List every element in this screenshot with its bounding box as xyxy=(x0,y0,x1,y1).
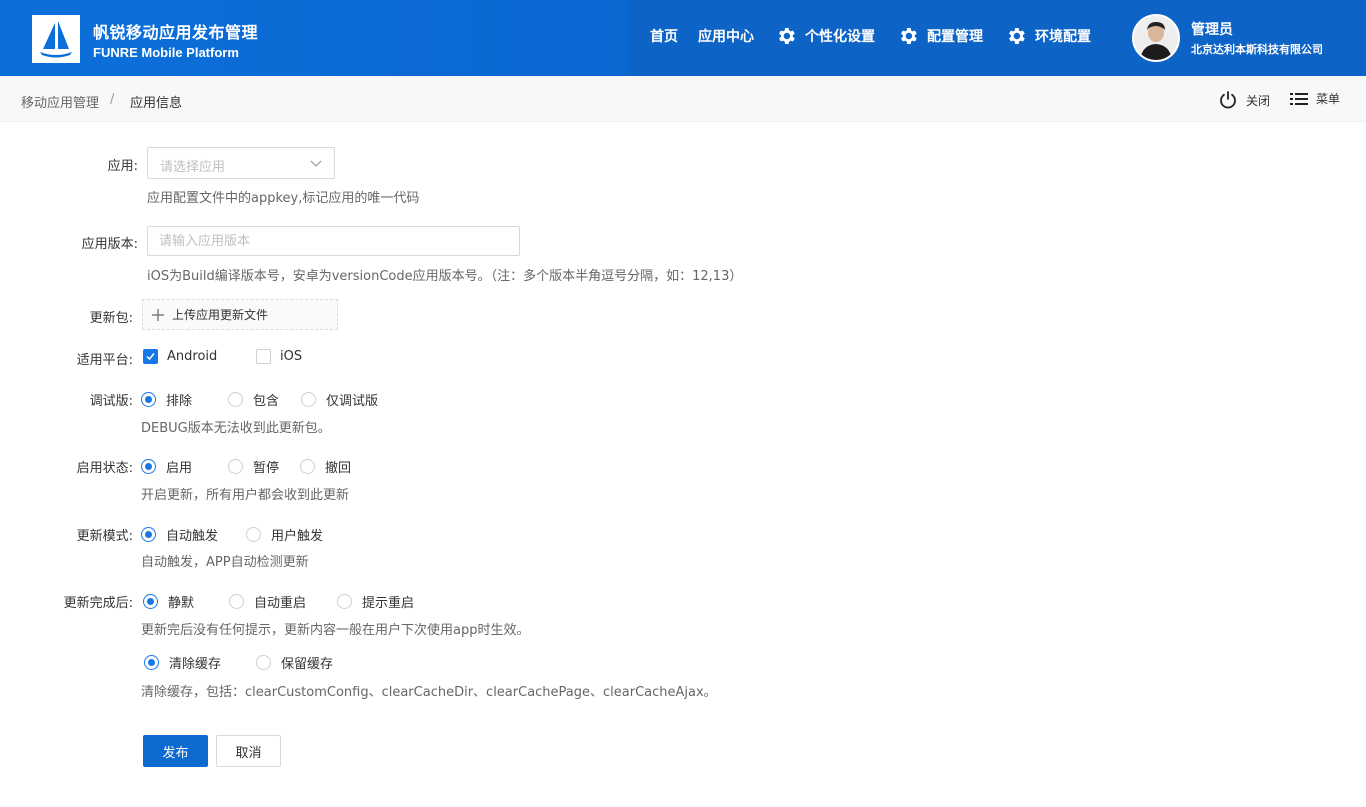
after-option-auto-restart-label: 自动重启 xyxy=(254,596,307,611)
cache-option-clear[interactable]: 清除缓存 xyxy=(144,653,221,672)
platform-android-label: Android xyxy=(167,349,218,364)
debug-option-include-label: 包含 xyxy=(253,394,280,409)
mode-option-user[interactable]: 用户触发 xyxy=(246,525,323,544)
debug-help: DEBUG版本无法收到此更新包。 xyxy=(141,421,331,436)
status-option-enable[interactable]: 启用 xyxy=(141,457,192,476)
status-option-withdraw[interactable]: 撤回 xyxy=(300,457,351,476)
user-company: 北京达利本斯科技有限公司 xyxy=(1191,43,1323,56)
cancel-button[interactable]: 取消 xyxy=(216,735,281,767)
nav-environment[interactable]: 环境配置 xyxy=(1005,24,1091,48)
debug-option-exclude[interactable]: 排除 xyxy=(141,390,192,409)
status-label: 启用状态: xyxy=(76,461,133,476)
gear-icon xyxy=(779,28,795,44)
platform-android-checkbox[interactable]: Android xyxy=(143,349,217,364)
radio-unselected-icon xyxy=(337,594,352,609)
mode-label: 更新模式: xyxy=(76,529,133,544)
status-option-pause[interactable]: 暂停 xyxy=(228,457,279,476)
status-option-pause-label: 暂停 xyxy=(253,461,280,476)
breadcrumb-item-mobile-app-management[interactable]: 移动应用管理 xyxy=(21,92,99,111)
status-option-enable-label: 启用 xyxy=(166,461,193,476)
menu-button[interactable]: 菜单 xyxy=(1290,90,1340,107)
after-option-prompt-restart[interactable]: 提示重启 xyxy=(337,592,414,611)
user-name: 管理员 xyxy=(1191,22,1233,38)
chevron-down-icon xyxy=(310,160,322,167)
radio-unselected-icon xyxy=(228,392,243,407)
status-help: 开启更新，所有用户都会收到此更新 xyxy=(141,488,350,503)
mode-option-user-label: 用户触发 xyxy=(271,529,324,544)
app-help: 应用配置文件中的appkey,标记应用的唯一代码 xyxy=(147,191,420,206)
version-help: iOS为Build编译版本号，安卓为versionCode应用版本号。（注：多个… xyxy=(147,269,743,284)
app-select[interactable]: 请选择应用 xyxy=(147,147,335,179)
after-option-silent-label: 静默 xyxy=(168,596,195,611)
app-select-placeholder: 请选择应用 xyxy=(160,160,226,175)
cache-help: 清除缓存，包括：clearCustomConfig、clearCacheDir、… xyxy=(141,685,717,700)
radio-selected-icon xyxy=(143,594,158,609)
radio-unselected-icon xyxy=(228,459,243,474)
nav-config-management[interactable]: 配置管理 xyxy=(897,24,983,48)
after-update-label: 更新完成后: xyxy=(63,596,133,611)
power-icon xyxy=(1220,91,1236,109)
platform-ios-label: iOS xyxy=(280,349,303,364)
gear-icon xyxy=(901,28,917,44)
nav-app-center-label: 应用中心 xyxy=(698,29,754,45)
breadcrumb: 移动应用管理 / 应用信息 关闭 菜单 xyxy=(0,76,1366,122)
after-option-auto-restart[interactable]: 自动重启 xyxy=(229,592,306,611)
app-label: 应用: xyxy=(107,159,138,174)
close-label: 关闭 xyxy=(1246,93,1271,108)
mode-option-auto[interactable]: 自动触发 xyxy=(141,525,218,544)
radio-selected-icon xyxy=(144,655,159,670)
radio-selected-icon xyxy=(141,459,156,474)
plus-icon xyxy=(152,308,164,321)
publish-button[interactable]: 发布 xyxy=(143,735,208,767)
top-header: 帆锐移动应用发布管理 FUNRE Mobile Platform 首页 应用中心… xyxy=(0,0,1366,76)
radio-unselected-icon xyxy=(300,459,315,474)
logo-sail-icon xyxy=(32,15,80,63)
package-label: 更新包: xyxy=(89,311,133,326)
app-subtitle: FUNRE Mobile Platform xyxy=(93,45,239,60)
checkbox-unchecked-icon xyxy=(256,349,271,364)
cache-option-keep-label: 保留缓存 xyxy=(281,657,334,672)
close-button[interactable]: 关闭 xyxy=(1218,90,1270,110)
debug-option-include[interactable]: 包含 xyxy=(228,390,279,409)
breadcrumb-item-app-info: 应用信息 xyxy=(130,96,183,111)
cache-option-keep[interactable]: 保留缓存 xyxy=(256,653,333,672)
menu-label: 菜单 xyxy=(1316,92,1341,106)
app-title: 帆锐移动应用发布管理 xyxy=(93,23,259,42)
after-option-prompt-restart-label: 提示重启 xyxy=(362,596,415,611)
debug-label: 调试版: xyxy=(89,394,133,409)
mode-help: 自动触发，APP自动检测更新 xyxy=(141,555,309,570)
list-menu-icon xyxy=(1290,92,1308,105)
mode-option-auto-label: 自动触发 xyxy=(166,529,219,544)
upload-package-button[interactable]: 上传应用更新文件 xyxy=(142,299,338,330)
nav-config-management-label: 配置管理 xyxy=(927,29,983,45)
cache-option-clear-label: 清除缓存 xyxy=(169,657,222,672)
upload-package-label: 上传应用更新文件 xyxy=(172,308,269,322)
status-option-withdraw-label: 撤回 xyxy=(325,461,352,476)
nav-personalization-label: 个性化设置 xyxy=(805,29,875,45)
after-help: 更新完后没有任何提示，更新内容一般在用户下次使用app时生效。 xyxy=(141,623,530,638)
avatar[interactable] xyxy=(1132,14,1180,62)
debug-option-only[interactable]: 仅调试版 xyxy=(301,390,378,409)
debug-option-exclude-label: 排除 xyxy=(166,394,193,409)
nav-personalization[interactable]: 个性化设置 xyxy=(775,24,875,48)
radio-unselected-icon xyxy=(229,594,244,609)
checkbox-checked-icon xyxy=(143,349,158,364)
radio-selected-icon xyxy=(141,527,156,542)
after-option-silent[interactable]: 静默 xyxy=(143,592,194,611)
nav-home[interactable]: 首页 xyxy=(650,24,678,48)
debug-option-only-label: 仅调试版 xyxy=(326,394,379,409)
version-input[interactable] xyxy=(147,226,520,256)
nav-home-label: 首页 xyxy=(650,29,678,45)
radio-unselected-icon xyxy=(301,392,316,407)
radio-unselected-icon xyxy=(256,655,271,670)
platform-ios-checkbox[interactable]: iOS xyxy=(256,349,302,364)
version-label: 应用版本: xyxy=(81,237,138,252)
nav-app-center[interactable]: 应用中心 xyxy=(698,24,754,48)
breadcrumb-separator: / xyxy=(110,92,115,107)
radio-unselected-icon xyxy=(246,527,261,542)
platform-label: 适用平台: xyxy=(76,353,133,368)
nav-environment-label: 环境配置 xyxy=(1035,29,1091,45)
radio-selected-icon xyxy=(141,392,156,407)
gear-icon xyxy=(1009,28,1025,44)
